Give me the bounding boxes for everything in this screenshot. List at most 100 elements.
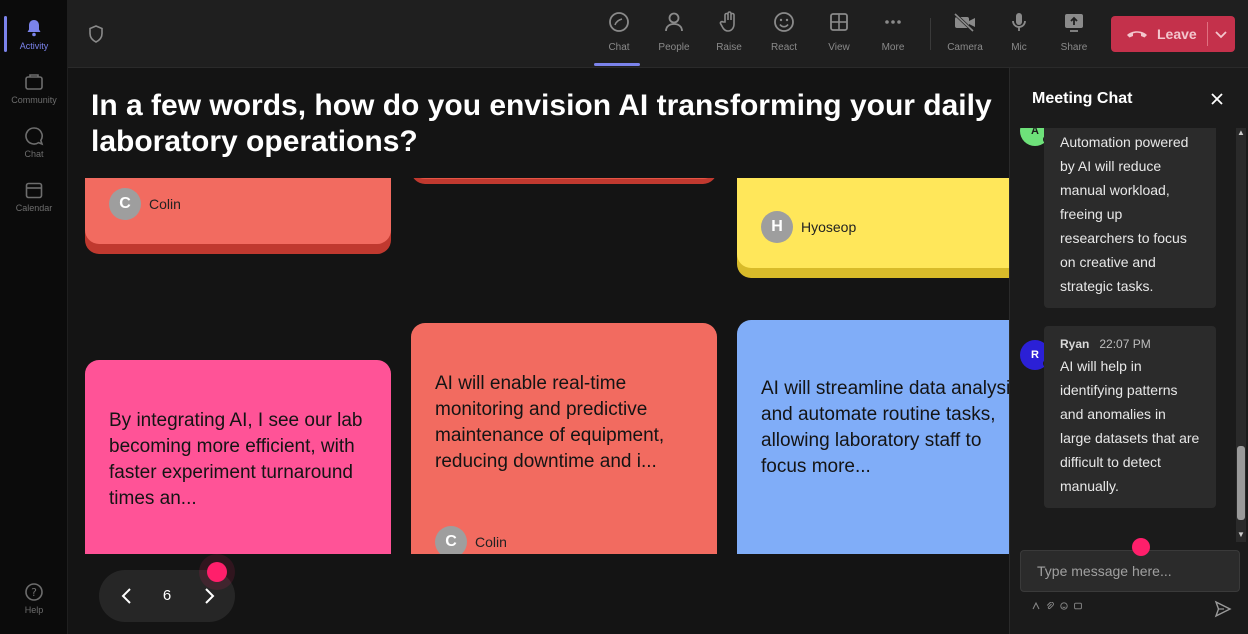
toolbar-mic-button[interactable]: Mic xyxy=(994,8,1044,62)
share-icon xyxy=(1061,8,1087,36)
rail-item-calendar[interactable]: Calendar xyxy=(0,170,68,222)
raise-hand-icon xyxy=(716,8,742,36)
toolbar-people-button[interactable]: People xyxy=(649,8,699,62)
response-cards: C Colin H Hyoseop By integrating AI, I s… xyxy=(68,178,1009,554)
rail-item-activity[interactable]: Activity xyxy=(0,8,68,60)
card-text: AI will enable real-time monitoring and … xyxy=(435,373,665,472)
cursor-indicator xyxy=(207,562,227,582)
toolbar-label: React xyxy=(770,42,798,53)
people-icon xyxy=(661,8,687,36)
avatar: H xyxy=(761,211,793,243)
community-icon xyxy=(23,71,45,93)
activity-board: In a few words, how do you envision AI t… xyxy=(68,68,1009,634)
toolbar-label: Share xyxy=(1060,42,1088,53)
chevron-down-icon[interactable] xyxy=(1213,26,1229,42)
toolbar-label: Mic xyxy=(1011,42,1027,53)
sender-name: Ryan xyxy=(1060,337,1090,351)
emoji-icon[interactable] xyxy=(1060,602,1068,612)
shield-icon[interactable] xyxy=(86,24,106,44)
toolbar-more-button[interactable]: More xyxy=(868,8,918,62)
response-card[interactable] xyxy=(411,178,717,184)
card-author: H Hyoseop xyxy=(761,211,856,243)
gif-icon[interactable] xyxy=(1074,602,1082,612)
app-rail: Activity Community Chat Calendar ? Help xyxy=(0,0,68,634)
avatar: C xyxy=(109,188,141,220)
response-card[interactable]: AI will enable real-time monitoring and … xyxy=(411,323,717,554)
toolbar-raise-button[interactable]: Raise xyxy=(704,8,754,62)
message-text: Automation powered by AI will reduce man… xyxy=(1060,134,1189,294)
rail-item-label: Chat xyxy=(24,149,44,159)
scroll-up-icon[interactable]: ▲ xyxy=(1237,128,1245,137)
mic-icon xyxy=(1006,8,1032,36)
chat-icon xyxy=(606,8,632,36)
meeting-chat-panel: Meeting Chat A Automation powered by AI … xyxy=(1009,68,1248,634)
cursor-indicator xyxy=(1132,538,1150,556)
toolbar-label: Camera xyxy=(947,42,983,53)
rail-item-help[interactable]: ? Help xyxy=(0,572,68,624)
toolbar-react-button[interactable]: React xyxy=(759,8,809,62)
toolbar-label: View xyxy=(828,42,850,53)
rail-item-chat[interactable]: Chat xyxy=(0,116,68,168)
scrollbar-thumb[interactable] xyxy=(1237,446,1245,520)
author-name: Hyoseop xyxy=(801,219,857,235)
question-title: In a few words, how do you envision AI t… xyxy=(91,89,992,158)
message-text: AI will help in identifying patterns and… xyxy=(1060,358,1200,494)
card-text: By integrating AI, I see our lab becomin… xyxy=(109,410,363,509)
meeting-toolbar: Chat People Raise React View More Camera… xyxy=(68,0,1248,68)
camera-off-icon xyxy=(952,8,978,36)
chat-messages[interactable]: A Automation powered by AI will reduce m… xyxy=(1010,128,1248,542)
page-number: 6 xyxy=(162,587,172,604)
toolbar-chat-button[interactable]: Chat xyxy=(594,8,644,66)
toolbar-label: Chat xyxy=(608,42,630,53)
format-toolbar xyxy=(1032,601,1082,612)
rail-item-community[interactable]: Community xyxy=(0,62,68,114)
toolbar-view-button[interactable]: View xyxy=(814,8,864,62)
chat-message: Ryan 22:07 PM AI will help in identifying… xyxy=(1044,326,1216,508)
response-card[interactable]: By integrating AI, I see our lab becomin… xyxy=(85,360,391,554)
svg-text:?: ? xyxy=(31,586,37,599)
leave-button[interactable]: Leave xyxy=(1111,16,1235,52)
toolbar-label: People xyxy=(658,42,690,53)
toolbar-label: More xyxy=(881,42,905,53)
attach-icon[interactable] xyxy=(1046,601,1054,612)
message-meta: Ryan 22:07 PM xyxy=(1060,336,1200,352)
close-icon[interactable] xyxy=(1208,90,1226,108)
response-card[interactable]: H Hyoseop xyxy=(737,178,1009,278)
response-card[interactable]: C Colin xyxy=(85,178,391,254)
more-icon xyxy=(880,8,906,36)
message-time: 22:07 PM xyxy=(1099,337,1151,351)
format-icon[interactable] xyxy=(1032,601,1040,612)
chevron-right-icon[interactable] xyxy=(197,584,221,608)
scroll-down-icon[interactable]: ▼ xyxy=(1237,530,1245,539)
phone-hangup-icon xyxy=(1125,24,1149,44)
toolbar-camera-button[interactable]: Camera xyxy=(940,8,990,62)
toolbar-share-button[interactable]: Share xyxy=(1049,8,1099,62)
author-name: Colin xyxy=(475,534,507,550)
rail-item-label: Calendar xyxy=(15,203,53,213)
avatar: C xyxy=(435,526,467,554)
chevron-left-icon[interactable] xyxy=(115,584,139,608)
card-author: C Colin xyxy=(435,526,507,554)
rail-item-label: Activity xyxy=(19,41,49,51)
avatar-initial: A xyxy=(1031,128,1039,137)
toolbar-divider xyxy=(930,18,931,50)
react-icon xyxy=(771,8,797,36)
rail-item-label: Help xyxy=(24,605,44,615)
card-text: AI will streamline data analysis and aut… xyxy=(761,378,1009,477)
author-name: Colin xyxy=(149,196,181,212)
card-face xyxy=(411,178,717,179)
bell-icon xyxy=(23,17,45,39)
avatar-initial: R xyxy=(1031,349,1039,361)
toolbar-label: Raise xyxy=(716,42,742,53)
chat-icon xyxy=(23,125,45,147)
response-card[interactable]: AI will streamline data analysis and aut… xyxy=(737,320,1009,554)
view-grid-icon xyxy=(826,8,852,36)
leave-divider xyxy=(1207,22,1208,46)
chat-title: Meeting Chat xyxy=(1032,90,1133,107)
message-input[interactable] xyxy=(1020,550,1240,592)
help-icon: ? xyxy=(23,581,45,603)
rail-item-label: Community xyxy=(11,95,57,105)
calendar-icon xyxy=(23,179,45,201)
send-icon[interactable] xyxy=(1214,600,1232,618)
chat-scrollbar[interactable]: ▲ ▼ xyxy=(1236,128,1246,542)
